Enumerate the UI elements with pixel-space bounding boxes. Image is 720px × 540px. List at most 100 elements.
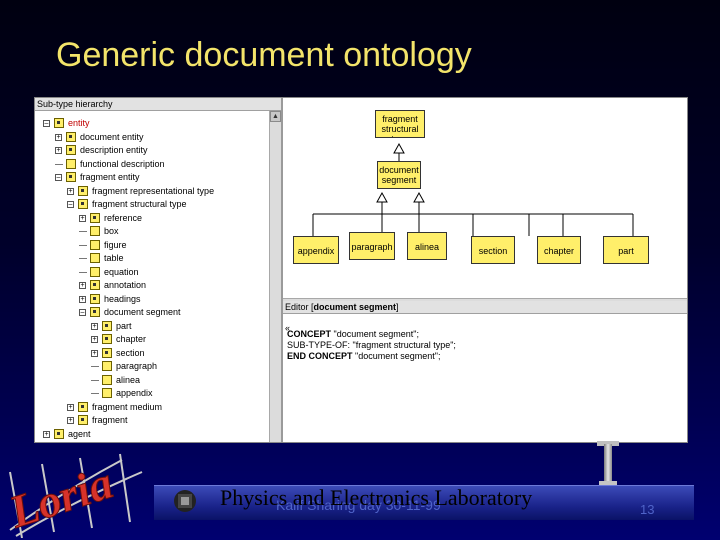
concept-box-part[interactable]: part: [603, 236, 649, 264]
concept-box-appendix[interactable]: appendix: [293, 236, 339, 264]
concept-node-icon: [102, 374, 112, 385]
tree-item[interactable]: + fragment representational type: [35, 185, 267, 198]
tree-item-label: fragment medium: [92, 401, 163, 412]
tree-item[interactable]: + fragment medium: [35, 401, 267, 414]
tree-item-label: alinea: [116, 374, 141, 385]
scroll-up-arrow-icon[interactable]: ▲: [270, 111, 281, 122]
ontology-editor-window: Sub-type hierarchy – entity + document enti…: [34, 97, 688, 443]
tree-item-label: paragraph: [116, 361, 158, 371]
expand-icon[interactable]: +: [91, 349, 98, 357]
expand-icon[interactable]: +: [67, 403, 74, 411]
collapse-icon[interactable]: –: [55, 174, 62, 181]
subtype-hierarchy-title: Sub-type hierarchy: [35, 98, 281, 111]
code-line: CONCEPT "document segment";: [287, 329, 419, 339]
expand-icon[interactable]: +: [67, 417, 74, 424]
editor-title: Editor [document segment]: [283, 301, 687, 314]
expand-icon[interactable]: +: [91, 336, 98, 343]
tree-connector: [79, 244, 87, 246]
footer-lab-name: Physics and Electronics Laboratory: [220, 485, 533, 510]
tree-connector: [91, 379, 99, 381]
tree-item-label: fragment structural type: [92, 199, 187, 209]
code-text: SUB-TYPE-OF: "fragment structural type";: [287, 340, 456, 350]
concept-box-chapter[interactable]: chapter: [537, 236, 581, 264]
tree-connector: [79, 258, 87, 259]
tree-item[interactable]: + headings: [35, 293, 267, 306]
tree-item[interactable]: box: [35, 225, 267, 238]
tree-item[interactable]: equation: [35, 266, 267, 279]
tree-item-label: appendix: [116, 388, 153, 398]
tree-item-label: chapter: [116, 334, 147, 344]
slide-title: Generic document ontology: [56, 36, 472, 74]
code-text: "document segment";: [352, 351, 441, 361]
concept-box-alinea[interactable]: alinea: [407, 232, 447, 260]
expand-icon[interactable]: +: [55, 133, 62, 141]
concept-node-icon: [54, 428, 64, 439]
tree-item[interactable]: paragraph: [35, 360, 267, 373]
tree-item[interactable]: + chapter: [35, 333, 267, 346]
expand-icon[interactable]: +: [55, 147, 62, 154]
collapse-icon[interactable]: –: [79, 309, 86, 316]
concept-node-icon: [78, 199, 88, 209]
tree-item-label: agent: [68, 428, 91, 439]
expand-icon[interactable]: +: [79, 282, 86, 289]
tree-item[interactable]: – entity: [35, 117, 267, 130]
loria-logo: Loria: [2, 453, 143, 538]
expand-icon[interactable]: +: [67, 187, 74, 195]
tree-item-label: equation: [104, 266, 139, 277]
tree-connector: [79, 231, 87, 232]
collapse-icon[interactable]: –: [43, 120, 50, 127]
tree-item[interactable]: + annotation: [35, 279, 267, 292]
inheritance-arrow-icon: [413, 191, 425, 203]
tree-item[interactable]: + agent: [35, 428, 267, 441]
tree-item[interactable]: – fragment structural type: [35, 198, 267, 211]
tree-item[interactable]: – document segment: [35, 306, 267, 319]
concept-node-icon: [90, 307, 100, 317]
tree-item[interactable]: + reference: [35, 212, 267, 225]
laboratory-logo-icon: [174, 490, 196, 512]
tree-item-label: entity: [68, 118, 90, 128]
tree-item[interactable]: functional description: [35, 158, 267, 171]
expand-icon[interactable]: +: [43, 430, 50, 438]
tree-item[interactable]: figure: [35, 239, 267, 252]
concept-node-icon: [90, 239, 100, 250]
concept-node-icon: [90, 266, 100, 277]
concept-box-fragment-structural-type[interactable]: fragment structural type: [375, 110, 425, 138]
tree-item[interactable]: – fragment entity: [35, 171, 267, 184]
concept-box-document-segment[interactable]: document segment: [377, 161, 421, 189]
tree-item[interactable]: appendix: [35, 387, 267, 400]
tree-item-label: fragment entity: [80, 172, 140, 182]
tree-item-label: box: [104, 226, 119, 236]
collapse-icon[interactable]: –: [67, 201, 74, 208]
tree-item[interactable]: alinea: [35, 374, 267, 387]
type-diagram-panel: fragment structural type document segmen…: [283, 98, 687, 298]
editor-panel: Editor [document segment] « CONCEPT "doc…: [283, 301, 687, 442]
concept-node-icon: [66, 131, 76, 142]
expand-icon[interactable]: +: [91, 322, 98, 330]
tree-item[interactable]: + description entity: [35, 144, 267, 157]
code-keyword: END CONCEPT: [287, 351, 353, 361]
concept-node-icon: [66, 145, 76, 155]
tree-item-label: document segment: [104, 307, 181, 317]
concept-node-icon: [54, 118, 64, 128]
concept-node-icon: [90, 280, 100, 290]
concept-node-icon: [66, 158, 76, 169]
tree-item-label: part: [116, 320, 132, 331]
expand-icon[interactable]: +: [79, 295, 86, 303]
tree-item[interactable]: + fragment: [35, 414, 267, 427]
concept-node-icon: [90, 253, 100, 263]
tree-vertical-scrollbar[interactable]: ▲: [269, 111, 281, 442]
tree-item[interactable]: + part: [35, 320, 267, 333]
concept-node-icon: [90, 212, 100, 223]
tree-item-label: table: [104, 253, 124, 263]
code-line: SUB-TYPE-OF: "fragment structural type";: [287, 340, 456, 350]
tree-item[interactable]: table: [35, 252, 267, 265]
concept-box-section[interactable]: section: [471, 236, 515, 264]
subtype-hierarchy-panel: Sub-type hierarchy – entity + document enti…: [35, 98, 283, 442]
expand-icon[interactable]: +: [79, 214, 86, 222]
tree-connector: [91, 366, 99, 367]
concept-node-icon: [90, 293, 100, 304]
tree-item[interactable]: + section: [35, 347, 267, 360]
concept-box-paragraph[interactable]: paragraph: [349, 232, 395, 260]
tree-item[interactable]: + document entity: [35, 131, 267, 144]
tree-connector: [79, 271, 87, 273]
